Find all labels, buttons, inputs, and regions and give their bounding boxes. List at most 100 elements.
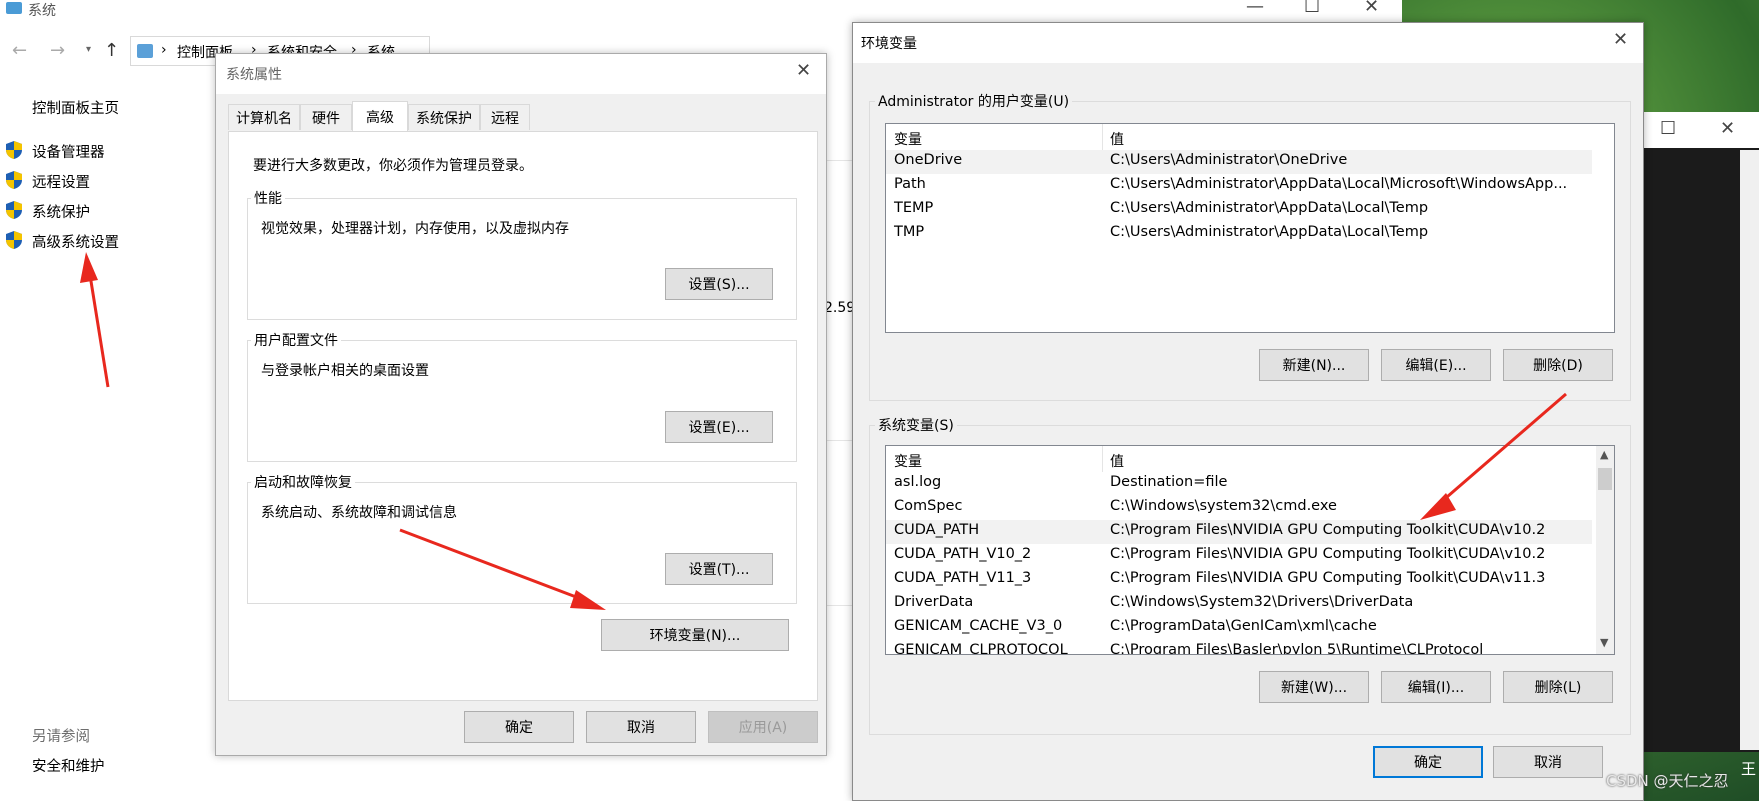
shield-icon [6,141,22,159]
shield-icon [6,171,22,189]
column-header-value[interactable]: 值 [1110,129,1124,149]
var-name: OneDrive [894,152,963,168]
performance-group [247,198,797,320]
var-value: C:\ProgramData\GenICam\xml\cache [1110,618,1377,634]
var-value: C:\Windows\system32\cmd.exe [1110,498,1337,514]
minimize-icon[interactable]: — [1246,0,1264,17]
maximize-icon[interactable]: ☐ [1660,118,1676,139]
table-row[interactable]: CUDA_PATH_V10_2 C:\Program Files\NVIDIA … [886,544,1614,568]
sidebar-item-remote-settings[interactable]: 远程设置 [32,171,90,192]
scrollbar[interactable] [1740,150,1759,750]
cancel-button[interactable]: 取消 [1493,746,1603,778]
table-row[interactable]: TEMP C:\Users\Administrator\AppData\Loca… [886,198,1614,222]
column-header-value[interactable]: 值 [1110,451,1124,471]
sidebar-item-device-manager[interactable]: 设备管理器 [32,141,105,162]
system-edit-button[interactable]: 编辑(I)... [1381,671,1491,703]
column-divider [1102,446,1103,472]
var-name: asl.log [894,474,942,490]
column-header-variable[interactable]: 变量 [894,129,922,149]
var-value: Destination=file [1110,474,1228,490]
table-row[interactable]: DriverData C:\Windows\System32\Drivers\D… [886,592,1614,616]
table-row[interactable]: CUDA_PATH_V11_3 C:\Program Files\NVIDIA … [886,568,1614,592]
tab-bar: 计算机名 硬件 高级 系统保护 远程 [228,101,818,134]
scrollbar[interactable]: ▲ ▼ [1596,446,1614,654]
column-divider [1102,124,1103,150]
scroll-thumb[interactable] [1598,468,1612,490]
close-icon[interactable]: ✕ [796,60,811,81]
var-value: C:\Program Files\NVIDIA GPU Computing To… [1110,522,1546,538]
close-icon[interactable]: ✕ [1720,118,1735,139]
scroll-up-icon[interactable]: ▲ [1600,448,1608,461]
tab-panel: 要进行大多数更改，你必须作为管理员登录。 性能 视觉效果，处理器计划，内存使用，… [228,131,818,701]
var-name: CUDA_PATH_V10_2 [894,546,1032,562]
ok-button[interactable]: 确定 [1373,746,1483,778]
window-title: 系统 [28,3,56,19]
system-new-button[interactable]: 新建(W)... [1259,671,1369,703]
var-value: C:\Program Files\NVIDIA GPU Computing To… [1110,546,1546,562]
dialog-title: 环境变量 [861,36,917,52]
user-edit-button[interactable]: 编辑(E)... [1381,349,1491,381]
tab-advanced[interactable]: 高级 [352,101,408,131]
system-variables-list[interactable]: 变量 值 asl.log Destination=file ComSpec C:… [885,445,1615,655]
cancel-button[interactable]: 取消 [586,711,696,743]
edge-char: 王 [1741,760,1757,778]
performance-settings-button[interactable]: 设置(S)... [665,268,773,300]
startup-group [247,482,797,604]
var-name: TMP [894,224,925,240]
table-row[interactable]: ComSpec C:\Windows\system32\cmd.exe [886,496,1614,520]
table-row[interactable]: TMP C:\Users\Administrator\AppData\Local… [886,222,1614,246]
sidebar-item-advanced-settings[interactable]: 高级系统设置 [32,231,119,252]
table-row[interactable]: asl.log Destination=file [886,472,1614,496]
table-row[interactable]: Path C:\Users\Administrator\AppData\Loca… [886,174,1614,198]
back-icon[interactable]: ← [12,40,27,61]
up-icon[interactable]: ↑ [104,40,119,61]
system-delete-button[interactable]: 删除(L) [1503,671,1613,703]
startup-title: 启动和故障恢复 [251,472,355,492]
var-value: C:\Users\Administrator\AppData\Local\Tem… [1110,224,1429,240]
var-name: CUDA_PATH [894,522,980,538]
sidebar-item-system-protection[interactable]: 系统保护 [32,201,90,222]
var-name: CUDA_PATH_V11_3 [894,570,1032,586]
forward-icon[interactable]: → [50,40,65,61]
environment-variables-dialog: 环境变量 ✕ Administrator 的用户变量(U) 变量 值 OneDr… [852,22,1644,801]
tab-system-protection[interactable]: 系统保护 [408,104,480,130]
tab-hardware[interactable]: 硬件 [300,104,352,130]
user-delete-button[interactable]: 删除(D) [1503,349,1613,381]
var-value: C:\Users\Administrator\AppData\Local\Tem… [1110,200,1429,216]
admin-note: 要进行大多数更改，你必须作为管理员登录。 [253,158,533,174]
sidebar-home-link[interactable]: 控制面板主页 [32,97,119,118]
profiles-title: 用户配置文件 [251,330,341,350]
user-new-button[interactable]: 新建(N)... [1259,349,1369,381]
close-icon[interactable]: ✕ [1613,29,1628,50]
var-name: Path [894,176,926,192]
maximize-icon[interactable]: ☐ [1304,0,1320,17]
var-value: C:\Program Files\NVIDIA GPU Computing To… [1110,570,1546,586]
scroll-down-icon[interactable]: ▼ [1600,636,1608,649]
performance-desc: 视觉效果，处理器计划，内存使用，以及虚拟内存 [261,221,569,237]
see-also-security-link[interactable]: 安全和维护 [32,755,105,776]
list-header: 变量 值 [886,446,1614,472]
tab-computer-name[interactable]: 计算机名 [228,104,300,130]
table-row[interactable]: OneDrive C:\Users\Administrator\OneDrive [886,150,1592,174]
startup-desc: 系统启动、系统故障和调试信息 [261,505,457,521]
tab-remote[interactable]: 远程 [480,104,530,130]
shield-icon [6,201,22,219]
apply-button[interactable]: 应用(A) [708,711,818,743]
list-header: 变量 值 [886,124,1614,150]
shield-icon [6,231,22,249]
ok-button[interactable]: 确定 [464,711,574,743]
close-icon[interactable]: ✕ [1364,0,1379,17]
chevron-down-icon[interactable]: ▾ [86,44,91,55]
user-variables-list[interactable]: 变量 值 OneDrive C:\Users\Administrator\One… [885,123,1615,333]
table-row[interactable]: GENICAM_CACHE_V3_0 C:\ProgramData\GenICa… [886,616,1614,640]
table-row[interactable]: CUDA_PATH C:\Program Files\NVIDIA GPU Co… [886,520,1592,544]
environment-variables-button[interactable]: 环境变量(N)... [601,619,789,651]
startup-settings-button[interactable]: 设置(T)... [665,553,773,585]
table-row[interactable]: GENICAM_CLPROTOCOL C:\Program Files\Basl… [886,640,1614,654]
dialog-title: 系统属性 [226,67,282,83]
column-header-variable[interactable]: 变量 [894,451,922,471]
background-window-titlebar [1640,112,1759,148]
breadcrumb-separator: › [161,42,167,58]
var-value: C:\Windows\System32\Drivers\DriverData [1110,594,1414,610]
profiles-settings-button[interactable]: 设置(E)... [665,411,773,443]
